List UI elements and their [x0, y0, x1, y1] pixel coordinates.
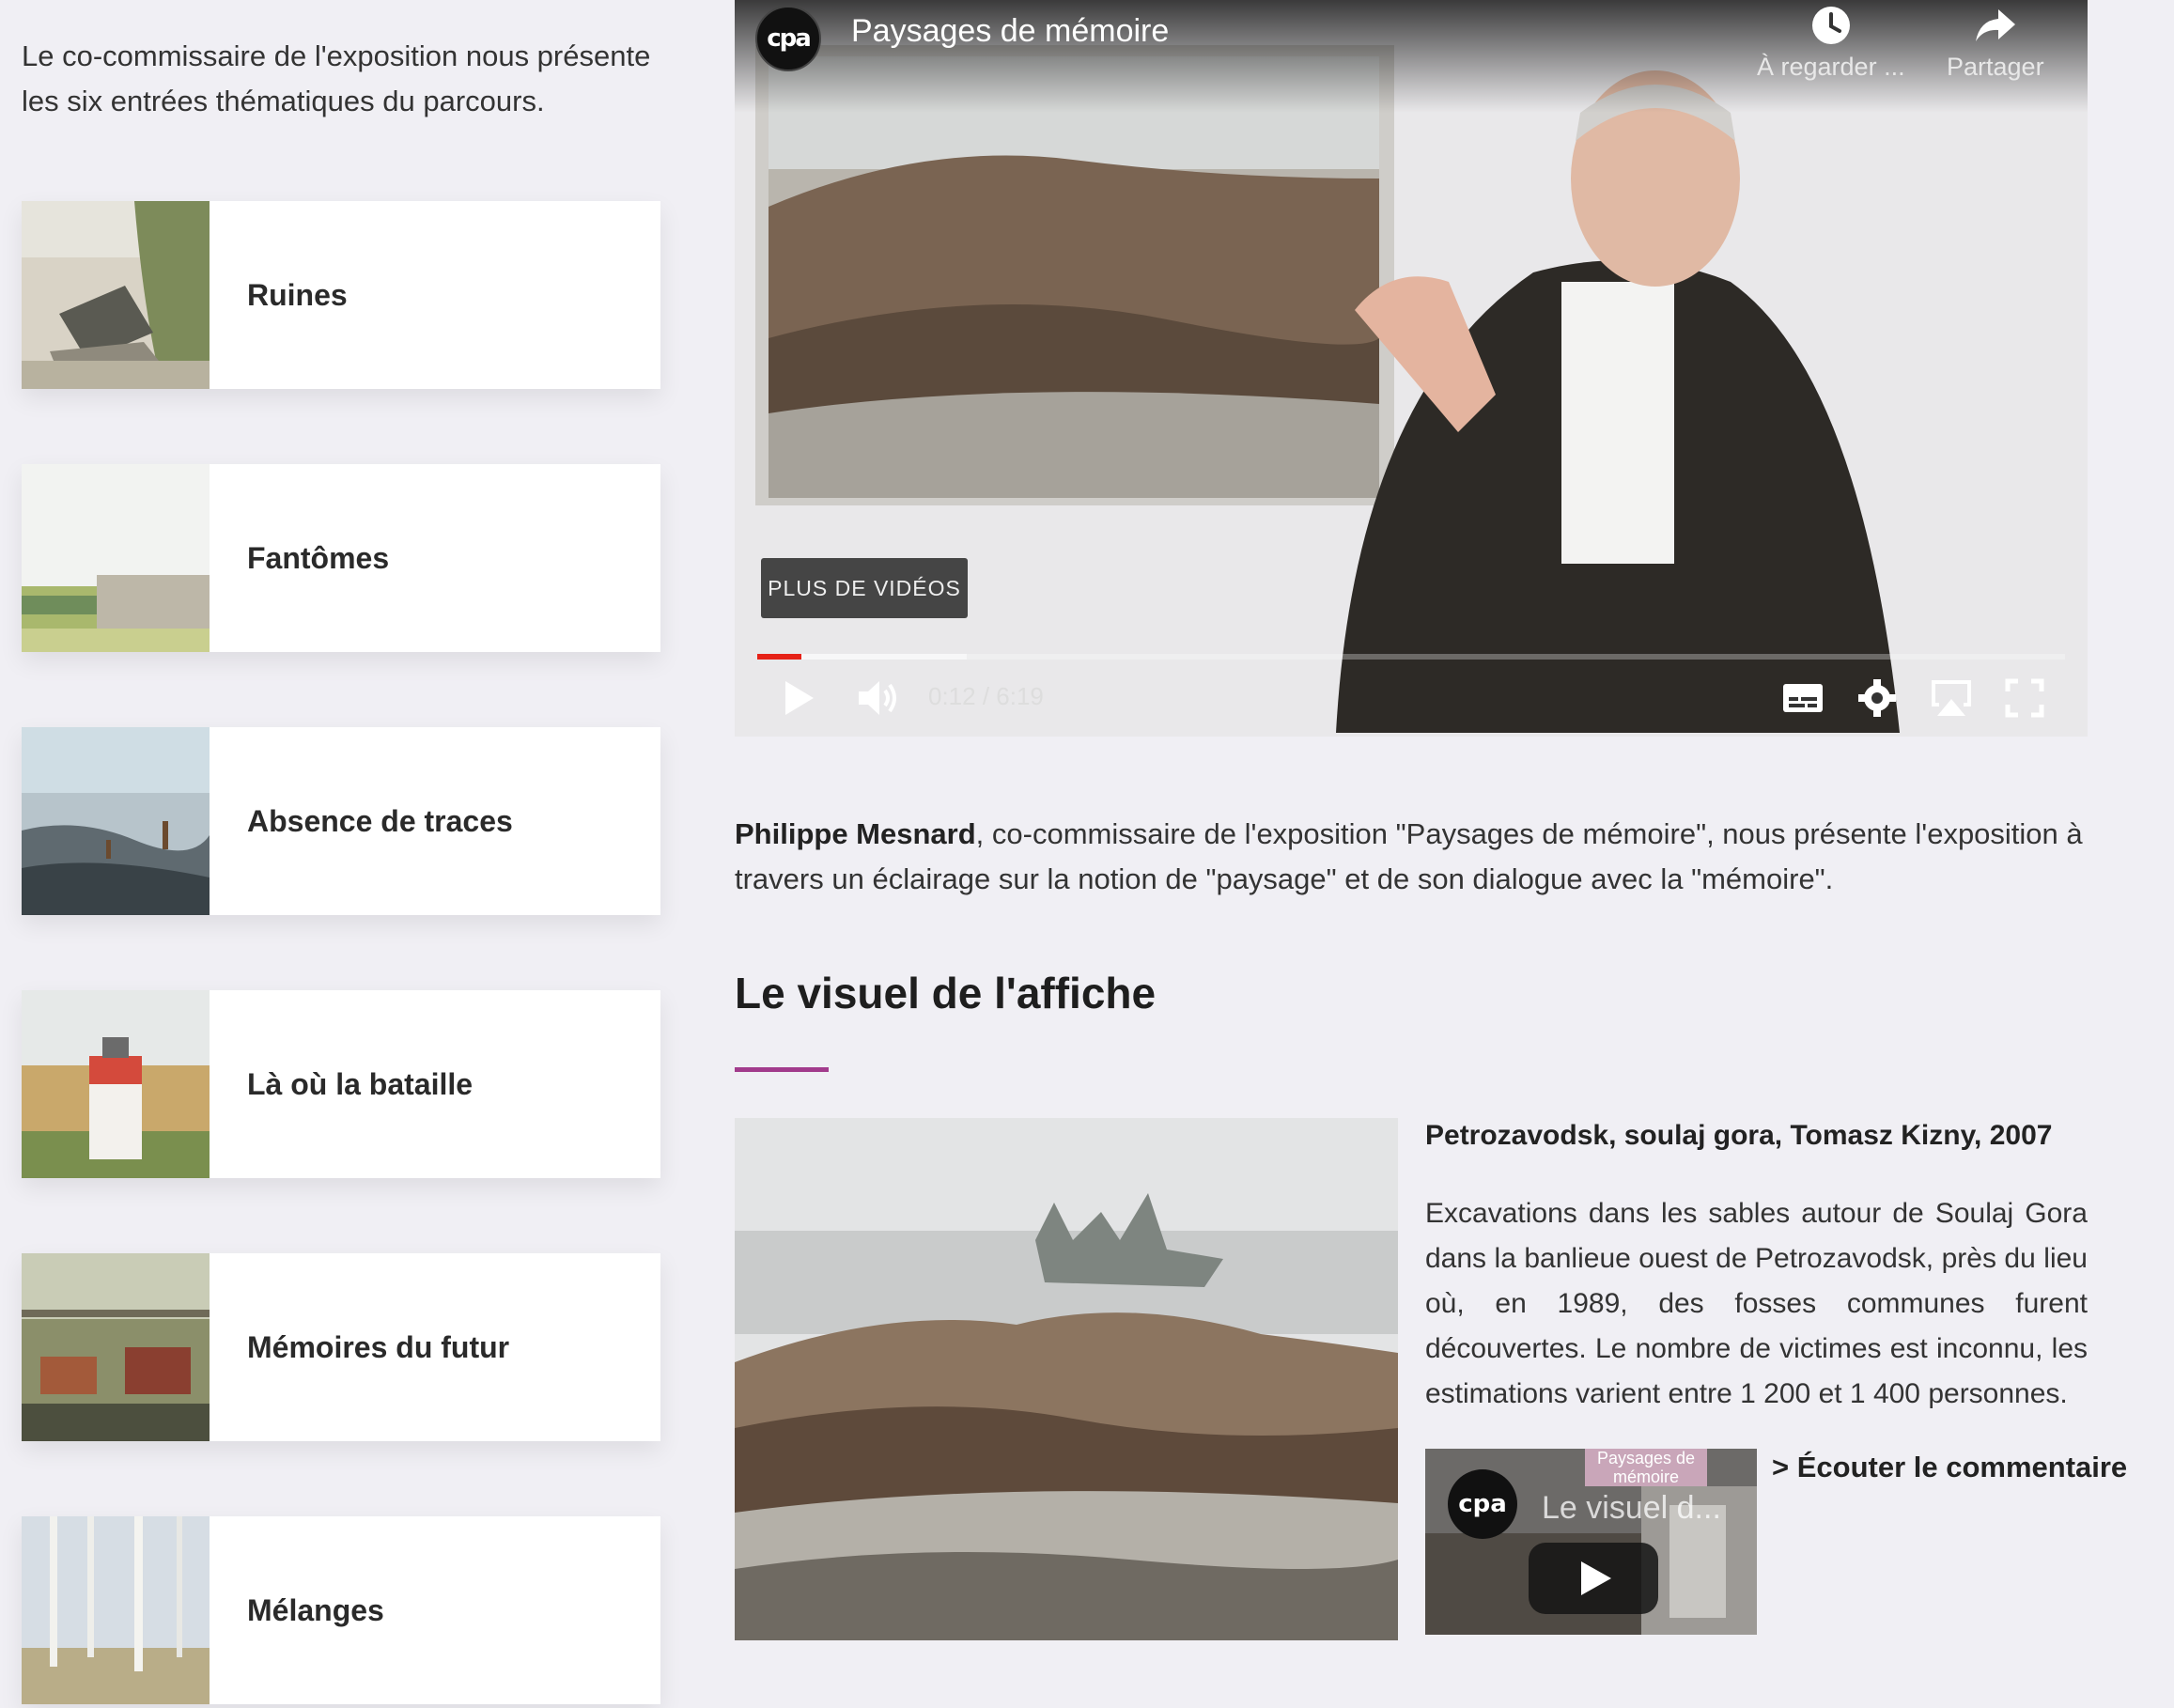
mini-video-channel-logo: cpa [1448, 1469, 1517, 1539]
theme-thumbnail [22, 464, 210, 652]
theme-thumbnail [22, 201, 210, 389]
subtitles-button[interactable] [1781, 673, 1825, 723]
mini-video-play-button[interactable] [1529, 1543, 1658, 1614]
clock-icon [1811, 7, 1850, 44]
theme-title: Mélanges [247, 1592, 384, 1627]
video-description: Philippe Mesnard, co-commissaire de l'ex… [735, 812, 2088, 902]
mini-video-title: Le visuel d... [1542, 1490, 1721, 1526]
share-arrow-icon [1975, 9, 2015, 41]
theme-card-absence-de-traces[interactable]: Absence de traces [22, 727, 660, 915]
progress-bar[interactable] [757, 654, 2065, 660]
theme-card-melanges[interactable]: Mélanges [22, 1516, 660, 1704]
commentary-video-thumbnail[interactable]: Paysages de mémoire cpa Le visuel d... [1425, 1449, 1757, 1635]
speaker-name: Philippe Mesnard [735, 817, 976, 850]
volume-icon [859, 681, 896, 715]
fullscreen-button[interactable] [2005, 673, 2044, 723]
theme-thumbnail [22, 727, 210, 915]
theme-thumbnail [22, 1516, 210, 1704]
theme-title: Ruines [247, 277, 348, 312]
time-display: 0:12 / 6:19 [928, 682, 1044, 710]
airplay-icon [1932, 680, 1971, 716]
theme-thumbnail [22, 1253, 210, 1441]
video-player[interactable]: cpa Paysages de mémoire À regarder ... P… [735, 0, 2088, 737]
theme-title: Là où la bataille [247, 1066, 474, 1101]
more-videos-button[interactable]: PLUS DE VIDÉOS [761, 558, 968, 618]
progress-played [757, 654, 802, 660]
play-icon [785, 681, 814, 715]
video-title[interactable]: Paysages de mémoire [851, 13, 1169, 50]
poster-caption-text: Excavations dans les sables autour de So… [1425, 1198, 2088, 1409]
theme-title: Absence de traces [247, 803, 513, 838]
share-label: Partager [1947, 53, 2044, 81]
channel-logo[interactable]: cpa [755, 6, 821, 71]
intro-text: Le co-commissaire de l'exposition nous p… [22, 39, 651, 117]
theme-title: Fantômes [247, 540, 390, 575]
theme-card-memoires-du-futur[interactable]: Mémoires du futur [22, 1253, 660, 1441]
section-accent-rule [735, 1067, 829, 1072]
volume-button[interactable] [855, 673, 900, 723]
section-title: Le visuel de l'affiche [735, 969, 1157, 1017]
airplay-button[interactable] [1928, 673, 1975, 723]
watch-later-button[interactable]: À regarder ... [1757, 4, 1905, 82]
watch-later-label: À regarder ... [1757, 53, 1905, 81]
listen-commentary-link[interactable]: > Écouter le commentaire [1772, 1451, 2127, 1484]
theme-title: Mémoires du futur [247, 1329, 510, 1364]
poster-image [735, 1118, 1398, 1640]
theme-card-la-ou-la-bataille[interactable]: Là où la bataille [22, 990, 660, 1178]
share-button[interactable]: Partager [1947, 4, 2044, 82]
subtitles-icon [1783, 684, 1823, 712]
play-icon [1581, 1561, 1611, 1595]
gear-icon [1858, 679, 1896, 717]
poster-caption-title: Petrozavodsk, soulaj gora, Tomasz Kizny,… [1425, 1120, 2053, 1151]
mini-video-badge: Paysages de mémoire [1585, 1449, 1707, 1486]
theme-card-ruines[interactable]: Ruines [22, 201, 660, 389]
theme-card-fantomes[interactable]: Fantômes [22, 464, 660, 652]
play-button[interactable] [780, 673, 817, 723]
settings-button[interactable] [1856, 673, 1898, 723]
fullscreen-icon [2005, 678, 2044, 718]
theme-thumbnail [22, 990, 210, 1178]
